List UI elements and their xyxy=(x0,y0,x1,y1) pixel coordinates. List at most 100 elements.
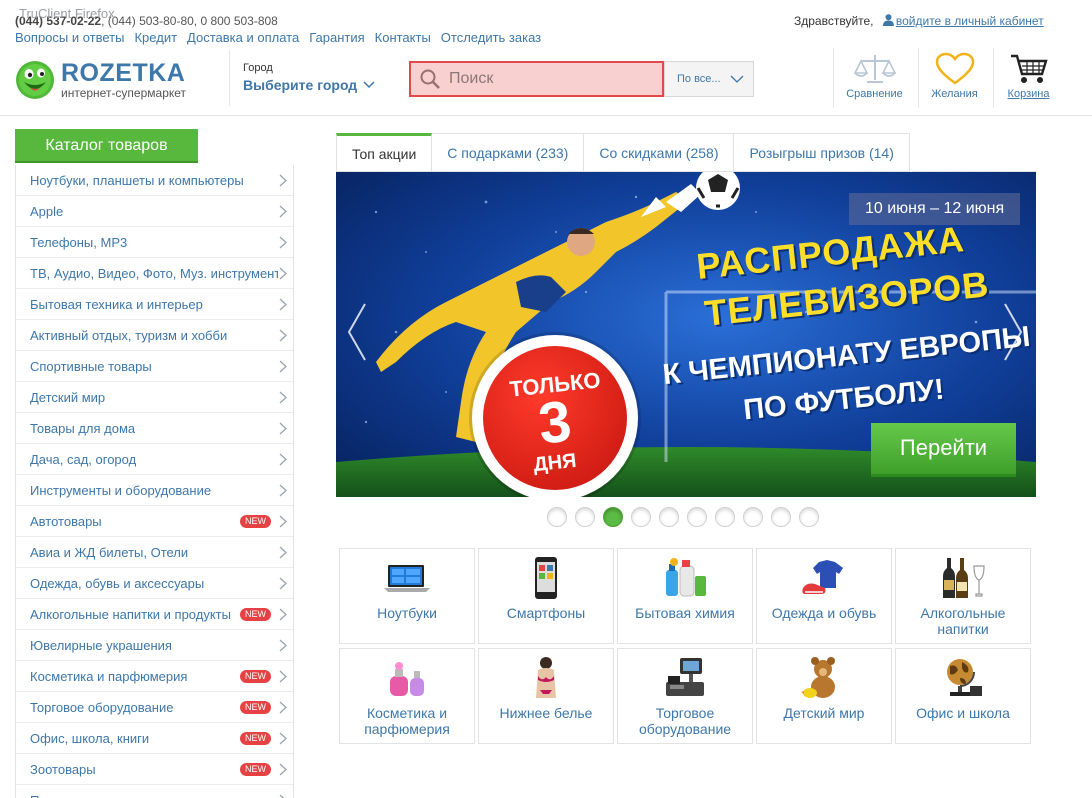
divider xyxy=(229,50,230,106)
tile-household-chemicals[interactable]: Бытовая химия xyxy=(617,548,753,644)
catalog-item[interactable]: Бытовая техника и интерьер xyxy=(16,289,293,320)
catalog-item[interactable]: Автотовары NEW xyxy=(16,506,293,537)
chevron-right-icon xyxy=(279,329,287,342)
tile-alcohol[interactable]: Алкогольные напитки xyxy=(895,548,1031,644)
catalog-item[interactable]: Ювелирные украшения xyxy=(16,630,293,661)
chevron-right-icon xyxy=(279,732,287,745)
catalog-item[interactable]: Инструменты и оборудование xyxy=(16,475,293,506)
nav-faq[interactable]: Вопросы и ответы xyxy=(15,30,124,45)
catalog-item-label: Детский мир xyxy=(30,389,106,405)
cash-register-icon xyxy=(666,658,704,696)
tile-label: Ноутбуки xyxy=(377,605,437,621)
nav-contacts[interactable]: Контакты xyxy=(375,30,431,45)
login-link[interactable]: войдите в личный кабинет xyxy=(896,14,1044,28)
bottles-icon xyxy=(943,558,985,598)
chevron-right-icon xyxy=(279,267,287,280)
carousel-dot[interactable] xyxy=(743,507,763,527)
compare-button[interactable]: Сравнение xyxy=(833,48,915,108)
catalog-item[interactable]: Спортивные товары xyxy=(16,351,293,382)
search-scope-select[interactable]: По все... xyxy=(664,61,754,97)
carousel-dot[interactable] xyxy=(687,507,707,527)
nav-warranty[interactable]: Гарантия xyxy=(309,30,364,45)
nav-track-order[interactable]: Отследить заказ xyxy=(441,30,541,45)
catalog-item-label: Дача, сад, огород xyxy=(30,451,137,467)
catalog-item[interactable]: Алкогольные напитки и продукты NEW xyxy=(16,599,293,630)
nav-credit[interactable]: Кредит xyxy=(134,30,177,45)
browser-overlay-label: TruClient Firefox xyxy=(19,6,115,21)
catalog-item[interactable]: Косметика и парфюмерия NEW xyxy=(16,661,293,692)
catalog-item[interactable]: Активный отдых, туризм и хобби xyxy=(16,320,293,351)
tab-discounts[interactable]: Со скидками (258) xyxy=(584,133,735,172)
catalog-item[interactable]: Авиа и ЖД билеты, Отели xyxy=(16,537,293,568)
teddy-bear-icon xyxy=(801,657,835,698)
chevron-right-icon xyxy=(279,763,287,776)
carousel-dot[interactable] xyxy=(715,507,735,527)
catalog-item[interactable]: ТВ, Аудио, Видео, Фото, Муз. инструменты xyxy=(16,258,293,289)
catalog-item[interactable]: Телефоны, MP3 xyxy=(16,227,293,258)
promo-banner[interactable]: 10 июня – 12 июня РАСПРОДАЖА ТЕЛЕВИЗОРОВ… xyxy=(336,172,1036,497)
tile-kids[interactable]: Детский мир xyxy=(756,648,892,744)
tab-top-promos[interactable]: Топ акции xyxy=(336,133,433,172)
catalog-button[interactable]: Каталог товаров xyxy=(15,129,198,163)
catalog-item[interactable]: Офис, школа, книги NEW xyxy=(16,723,293,754)
chevron-right-icon xyxy=(279,701,287,714)
tile-lingerie[interactable]: Нижнее белье xyxy=(478,648,614,744)
cart-label: Корзина xyxy=(1007,88,1050,100)
catalog-item-label: Спортивные товары xyxy=(30,358,152,374)
wishlist-button[interactable]: Желания xyxy=(918,48,990,108)
chevron-down-icon xyxy=(730,75,744,83)
carousel-dot[interactable] xyxy=(575,507,595,527)
chevron-right-icon xyxy=(279,422,287,435)
nav-delivery[interactable]: Доставка и оплата xyxy=(187,30,299,45)
promo-tabs: Топ акции С подарками (233) Со скидками … xyxy=(336,133,910,172)
carousel-dot[interactable] xyxy=(659,507,679,527)
new-badge: NEW xyxy=(240,701,271,714)
new-badge: NEW xyxy=(240,515,271,528)
tile-label: Одежда и обувь xyxy=(771,605,877,621)
catalog-item[interactable]: Подарки xyxy=(16,785,293,798)
tile-label: Офис и школа xyxy=(916,705,1010,721)
household-chemicals-icon xyxy=(666,558,706,597)
carousel-next-icon[interactable] xyxy=(1002,302,1024,362)
tab-with-gifts[interactable]: С подарками (233) xyxy=(432,133,585,172)
carousel-dot[interactable] xyxy=(799,507,819,527)
carousel-dot[interactable] xyxy=(547,507,567,527)
catalog-item-label: Авиа и ЖД билеты, Отели xyxy=(30,544,189,560)
site-logo[interactable]: ROZETKA интернет-супермаркет xyxy=(15,58,205,102)
catalog-item-label: Зоотовары xyxy=(30,761,96,777)
tile-laptops[interactable]: Ноутбуки xyxy=(339,548,475,644)
tile-office-school[interactable]: Офис и школа xyxy=(895,648,1031,744)
catalog-item[interactable]: Дача, сад, огород xyxy=(16,444,293,475)
catalog-item[interactable]: Apple xyxy=(16,196,293,227)
tile-clothing[interactable]: Одежда и обувь xyxy=(756,548,892,644)
tile-smartphones[interactable]: Смартфоны xyxy=(478,548,614,644)
chevron-right-icon xyxy=(279,515,287,528)
catalog-item[interactable]: Ноутбуки, планшеты и компьютеры xyxy=(16,165,293,196)
chevron-right-icon xyxy=(279,298,287,311)
new-badge: NEW xyxy=(240,732,271,745)
catalog-item[interactable]: Детский мир xyxy=(16,382,293,413)
catalog-item[interactable]: Зоотовары NEW xyxy=(16,754,293,785)
chevron-right-icon xyxy=(279,484,287,497)
tab-prize-draw[interactable]: Розыгрыш призов (14) xyxy=(734,133,910,172)
cart-button[interactable]: Корзина xyxy=(993,48,1063,108)
catalog-item[interactable]: Товары для дома xyxy=(16,413,293,444)
catalog-item-label: Торговое оборудование xyxy=(30,699,174,715)
carousel-dot[interactable] xyxy=(771,507,791,527)
banner-cta-button[interactable]: Перейти xyxy=(871,423,1016,477)
carousel-dot[interactable] xyxy=(603,507,623,527)
carousel-prev-icon[interactable] xyxy=(346,302,368,362)
logo-brand: ROZETKA xyxy=(61,59,186,87)
catalog-item[interactable]: Торговое оборудование NEW xyxy=(16,692,293,723)
tile-label: Бытовая химия xyxy=(635,605,735,621)
catalog-item[interactable]: Одежда, обувь и аксессуары xyxy=(16,568,293,599)
search-icon[interactable] xyxy=(419,68,441,90)
tile-retail-equipment[interactable]: Торговое оборудование xyxy=(617,648,753,744)
catalog-item-label: Подарки xyxy=(30,793,81,798)
tile-cosmetics[interactable]: Косметика и парфюмерия xyxy=(339,648,475,744)
search-input[interactable] xyxy=(449,70,639,88)
city-selector[interactable]: Город Выберите город xyxy=(229,50,375,106)
catalog-item-label: Активный отдых, туризм и хобби xyxy=(30,327,228,343)
greeting-text: Здравствуйте, xyxy=(794,14,874,28)
carousel-dot[interactable] xyxy=(631,507,651,527)
